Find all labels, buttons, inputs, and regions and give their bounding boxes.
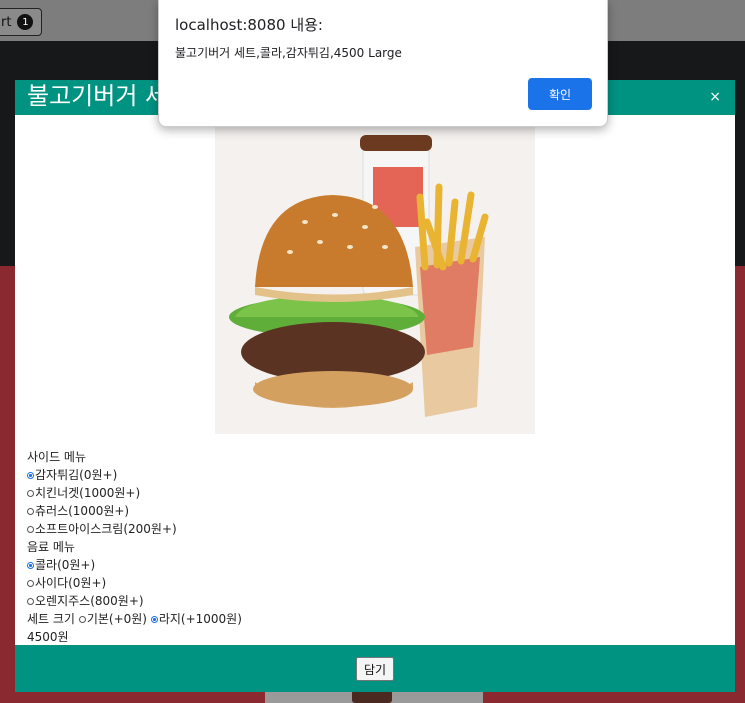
total-price: 4500원: [27, 630, 69, 644]
radio-icon[interactable]: [27, 579, 34, 587]
radio-icon[interactable]: [27, 507, 34, 515]
drink-option-label: 오렌지주스(800원+): [35, 594, 144, 608]
size-option-basic[interactable]: 기본(+0원): [87, 610, 147, 628]
radio-icon[interactable]: [27, 525, 34, 533]
side-option-label: 소프트아이스크림(200원+): [35, 522, 177, 536]
options-form: 사이드 메뉴 감자튀김(0원+) 치킨너겟(1000원+) 츄러스(1000원+…: [27, 448, 242, 646]
drink-option-cola[interactable]: 콜라(0원+): [27, 556, 242, 574]
radio-icon[interactable]: [27, 597, 34, 605]
alert-message: 불고기버거 세트,콜라,감자튀김,4500 Large: [175, 46, 402, 60]
side-option-label: 감자튀김(0원+): [35, 468, 118, 482]
size-option-large[interactable]: 라지(+1000원): [159, 610, 242, 628]
cart-button[interactable]: rt 1: [0, 8, 43, 36]
burger-set-image: [215, 127, 535, 434]
side-option-icecream[interactable]: 소프트아이스크림(200원+): [27, 520, 242, 538]
drink-menu-heading: 음료 메뉴: [27, 540, 75, 554]
drink-option-orange[interactable]: 오렌지주스(800원+): [27, 592, 242, 610]
radio-selected-icon[interactable]: [27, 471, 34, 479]
modal-footer: 담기: [15, 645, 735, 692]
side-option-nuggets[interactable]: 치킨너겟(1000원+): [27, 484, 242, 502]
alert-dialog: localhost:8080 내용: 불고기버거 세트,콜라,감자튀김,4500…: [158, 0, 608, 127]
side-option-label: 치킨너겟(1000원+): [35, 486, 141, 500]
set-size-heading: 세트 크기: [27, 612, 75, 626]
side-menu-heading: 사이드 메뉴: [27, 450, 87, 464]
add-to-cart-button[interactable]: 담기: [356, 657, 395, 681]
radio-icon[interactable]: [78, 615, 86, 623]
modal-body: 사이드 메뉴 감자튀김(0원+) 치킨너겟(1000원+) 츄러스(1000원+…: [15, 115, 735, 645]
drink-option-label: 사이다(0원+): [35, 576, 107, 590]
set-size-row: 세트 크기 기본(+0원) 라지(+1000원): [27, 610, 242, 628]
side-option-fries[interactable]: 감자튀김(0원+): [27, 466, 242, 484]
alert-ok-button[interactable]: 확인: [528, 78, 592, 110]
side-option-label: 츄러스(1000원+): [35, 504, 130, 518]
close-icon[interactable]: ×: [709, 89, 721, 105]
cart-count-badge: 1: [17, 14, 34, 30]
radio-selected-icon[interactable]: [150, 615, 158, 623]
radio-icon[interactable]: [27, 489, 34, 497]
product-modal: 불고기버거 세트 × 사이드 메뉴 감자튀김(0원+) 치킨너겟(1000원+)…: [15, 80, 735, 692]
radio-selected-icon[interactable]: [27, 561, 34, 569]
cart-button-label: rt: [1, 14, 12, 30]
drink-option-label: 콜라(0원+): [35, 558, 96, 572]
alert-origin: localhost:8080 내용:: [175, 16, 323, 34]
drink-option-cider[interactable]: 사이다(0원+): [27, 574, 242, 592]
side-option-churros[interactable]: 츄러스(1000원+): [27, 502, 242, 520]
